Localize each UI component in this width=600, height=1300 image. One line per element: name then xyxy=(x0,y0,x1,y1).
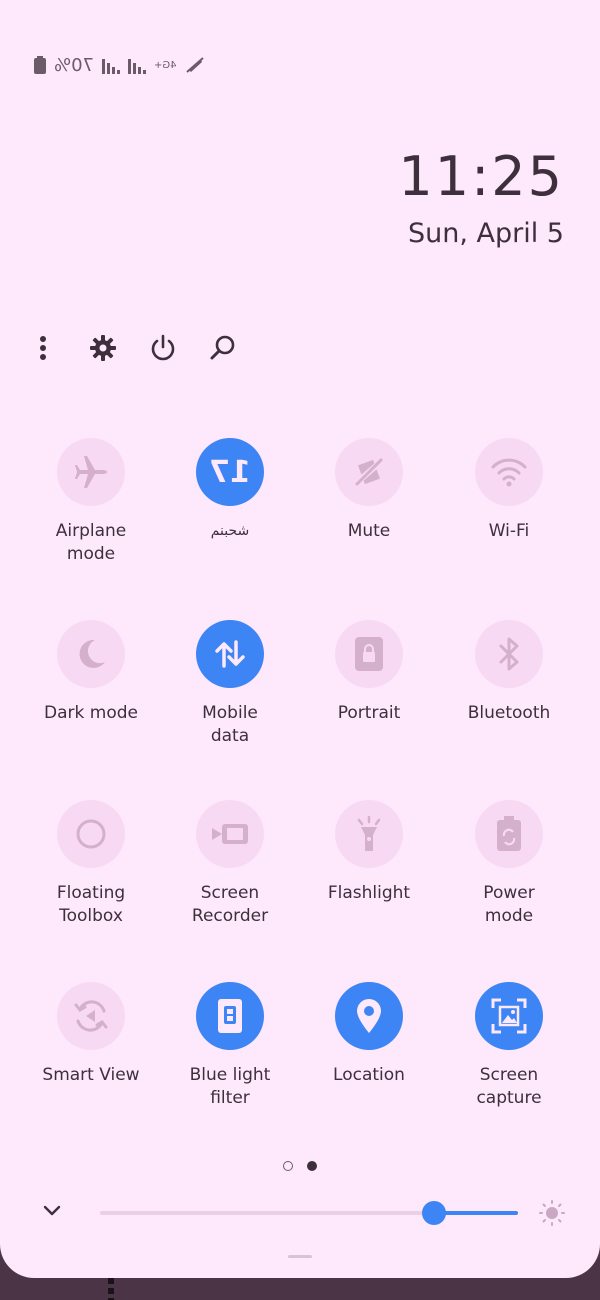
clock-date: Sun, April 5 xyxy=(407,218,564,249)
tile-blue-light-filter[interactable]: Blue light filter xyxy=(160,982,300,1110)
tile-power-mode-button[interactable] xyxy=(475,800,543,868)
tile-sim-button[interactable]: 17 xyxy=(196,438,264,506)
search-icon xyxy=(210,335,235,360)
battery-percent: 70% xyxy=(54,54,95,76)
tile-location-button[interactable] xyxy=(335,982,403,1050)
tile-wifi-label: Wi-Fi xyxy=(488,521,530,541)
tile-mobile-data-label: Mobile data xyxy=(202,703,258,746)
more-vertical-icon xyxy=(40,336,46,360)
airplane-icon xyxy=(75,456,107,488)
tile-bluetooth-label: Bluetooth xyxy=(467,703,551,723)
tile-smart-view[interactable]: Smart View xyxy=(21,982,161,1087)
power-button[interactable] xyxy=(148,332,178,364)
tile-portrait-button[interactable] xyxy=(335,620,403,688)
battery-saver-icon xyxy=(497,816,521,851)
page-dot-1[interactable] xyxy=(283,1161,293,1171)
page-dot-2-active[interactable] xyxy=(307,1161,317,1171)
tile-mute-button[interactable] xyxy=(335,438,403,506)
tile-portrait-label: Portrait xyxy=(337,703,401,723)
network-type: 4G+ xyxy=(154,59,177,71)
number-17-icon: 17 xyxy=(209,454,251,490)
tile-mobile-data-button[interactable] xyxy=(196,620,264,688)
quick-settings-panel: 70% 4G+ 11:25 Sun, April 5 Wi-Fi Mute 17… xyxy=(0,0,600,1278)
tile-mute[interactable]: Mute xyxy=(299,438,439,543)
background-content xyxy=(108,1278,114,1300)
tile-mute-label: Mute xyxy=(347,521,391,541)
tile-airplane-mode-label: Airplane mode xyxy=(55,521,127,564)
tile-blue-light-filter-label: Blue light filter xyxy=(189,1065,271,1108)
chevron-down-icon[interactable] xyxy=(42,1204,62,1218)
tile-mobile-data[interactable]: Mobile data xyxy=(160,620,300,748)
tile-floating-toolbox-label: Floating Toolbox xyxy=(56,883,126,926)
tile-power-mode[interactable]: Power mode xyxy=(439,800,579,928)
clock-time: 11:25 xyxy=(398,145,564,208)
tile-screen-capture-button[interactable] xyxy=(475,982,543,1050)
more-options-button[interactable] xyxy=(28,332,58,364)
tile-bluetooth[interactable]: Bluetooth xyxy=(439,620,579,725)
tile-floating-toolbox[interactable]: Floating Toolbox xyxy=(21,800,161,928)
tile-dark-mode[interactable]: Dark mode xyxy=(21,620,161,725)
video-camera-icon xyxy=(212,824,248,844)
settings-button[interactable] xyxy=(88,332,118,364)
brightness-bar xyxy=(36,1196,566,1230)
tile-flashlight-label: Flashlight xyxy=(327,883,411,903)
tile-wifi-button[interactable] xyxy=(475,438,543,506)
power-icon xyxy=(151,334,175,361)
page-indicator xyxy=(283,1161,317,1171)
tile-dark-mode-button[interactable] xyxy=(57,620,125,688)
blue-light-filter-icon xyxy=(218,999,242,1033)
tile-bluetooth-button[interactable] xyxy=(475,620,543,688)
tile-power-mode-label: Power mode xyxy=(483,883,535,926)
bluetooth-icon xyxy=(499,637,519,671)
brightness-slider-thumb[interactable] xyxy=(422,1201,446,1225)
brightness-slider-track[interactable] xyxy=(100,1211,518,1215)
smart-view-icon xyxy=(74,1000,108,1032)
tile-screen-recorder-label: Screen Recorder xyxy=(191,883,269,926)
tile-wifi[interactable]: Wi-Fi xyxy=(439,438,579,543)
tile-flashlight[interactable]: Flashlight xyxy=(299,800,439,905)
tile-portrait[interactable]: Portrait xyxy=(299,620,439,725)
flashlight-icon xyxy=(357,815,381,851)
portrait-lock-icon xyxy=(355,637,383,671)
tile-dark-mode-label: Dark mode xyxy=(44,703,138,723)
screen-capture-icon xyxy=(491,998,527,1034)
tile-screen-capture-label: Screen capture xyxy=(476,1065,542,1108)
location-pin-icon xyxy=(357,999,381,1033)
tile-location-label: Location xyxy=(333,1065,405,1085)
tile-smart-view-button[interactable] xyxy=(57,982,125,1050)
tile-location[interactable]: Location xyxy=(299,982,439,1087)
tile-screen-capture[interactable]: Screen capture xyxy=(439,982,579,1110)
tile-floating-toolbox-button[interactable] xyxy=(57,800,125,868)
brightness-sun-icon xyxy=(539,1200,565,1226)
brightness-slider-fill xyxy=(434,1211,518,1215)
mute-status-icon xyxy=(185,57,204,73)
mute-icon xyxy=(353,457,385,487)
tile-screen-recorder-button[interactable] xyxy=(196,800,264,868)
tile-airplane-mode-button[interactable] xyxy=(57,438,125,506)
status-bar: 70% 4G+ xyxy=(34,52,205,78)
search-button[interactable] xyxy=(208,332,238,364)
tile-blue-light-filter-button[interactable] xyxy=(196,982,264,1050)
wifi-icon xyxy=(491,458,527,487)
moon-icon xyxy=(79,639,105,668)
tile-sim-label: ﺷﺤﺒﻨﻢ xyxy=(210,523,250,539)
circle-icon xyxy=(76,819,106,849)
panel-drag-handle[interactable] xyxy=(288,1255,312,1258)
quick-toolbar xyxy=(28,332,238,364)
gear-icon xyxy=(90,335,116,361)
tile-smart-view-label: Smart View xyxy=(42,1065,140,1085)
tile-flashlight-button[interactable] xyxy=(335,800,403,868)
mobile-data-icon xyxy=(215,640,245,668)
tile-screen-recorder[interactable]: Screen Recorder xyxy=(160,800,300,928)
battery-icon xyxy=(34,56,46,74)
tile-sim[interactable]: 17 ﺷﺤﺒﻨﻢ xyxy=(160,438,300,543)
signal-icon xyxy=(102,59,121,74)
tile-airplane-mode[interactable]: Airplane mode xyxy=(21,438,161,566)
signal-icon-2 xyxy=(128,59,147,74)
